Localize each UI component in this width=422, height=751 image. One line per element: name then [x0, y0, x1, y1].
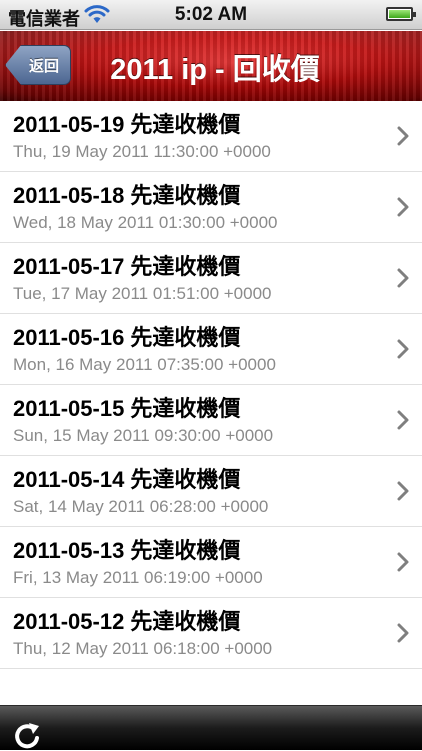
price-list: 2011-05-19 先達收機價 Thu, 19 May 2011 11:30:… [0, 101, 422, 669]
list-item-title: 2011-05-16 先達收機價 [13, 325, 241, 350]
list-item-date: Tue, 17 May 2011 01:51:00 +0000 [13, 284, 272, 303]
list-item-date: Thu, 12 May 2011 06:18:00 +0000 [13, 639, 273, 658]
list-item-title: 2011-05-18 先達收機價 [13, 183, 241, 208]
list-item[interactable]: 2011-05-13 先達收機價 Fri, 13 May 2011 06:19:… [0, 527, 422, 598]
list-item-date: Mon, 16 May 2011 07:35:00 +0000 [13, 355, 276, 374]
list-item-title: 2011-05-19 先達收機價 [13, 112, 241, 137]
list-item-date: Wed, 18 May 2011 01:30:00 +0000 [13, 213, 278, 232]
chevron-right-icon [397, 126, 409, 146]
list-item-title: 2011-05-13 先達收機價 [13, 538, 241, 563]
bottom-toolbar [0, 705, 422, 750]
battery-icon [386, 7, 416, 21]
list-item-title: 2011-05-17 先達收機價 [13, 254, 241, 279]
list-item-date: Sat, 14 May 2011 06:28:00 +0000 [13, 497, 269, 516]
status-time: 5:02 AM [174, 4, 248, 25]
list-item-title: 2011-05-12 先達收機價 [13, 609, 241, 634]
list-item[interactable]: 2011-05-14 先達收機價 Sat, 14 May 2011 06:28:… [0, 456, 422, 527]
navigation-bar: 返回 2011 ip - 回收價 [0, 31, 422, 101]
list-item[interactable]: 2011-05-16 先達收機價 Mon, 16 May 2011 07:35:… [0, 314, 422, 385]
page-title: 2011 ip - 回收價 [110, 54, 320, 86]
chevron-right-icon [397, 481, 409, 501]
list-item[interactable]: 2011-05-18 先達收機價 Wed, 18 May 2011 01:30:… [0, 172, 422, 243]
list-item[interactable]: 2011-05-15 先達收機價 Sun, 15 May 2011 09:30:… [0, 385, 422, 456]
chevron-right-icon [397, 552, 409, 572]
chevron-right-icon [397, 623, 409, 643]
list-item[interactable]: 2011-05-17 先達收機價 Tue, 17 May 2011 01:51:… [0, 243, 422, 314]
list-item-title: 2011-05-15 先達收機價 [13, 396, 241, 421]
list-item-date: Sun, 15 May 2011 09:30:00 +0000 [13, 426, 274, 445]
list-item[interactable]: 2011-05-19 先達收機價 Thu, 19 May 2011 11:30:… [0, 101, 422, 172]
status-bar: 電信業者 5:02 AM [0, 0, 422, 30]
refresh-icon[interactable] [12, 720, 42, 751]
chevron-right-icon [397, 197, 409, 217]
list-item[interactable]: 2011-05-12 先達收機價 Thu, 12 May 2011 06:18:… [0, 598, 422, 669]
chevron-right-icon [397, 339, 409, 359]
list-item-title: 2011-05-14 先達收機價 [13, 467, 241, 492]
list-item-date: Thu, 19 May 2011 11:30:00 +0000 [13, 142, 271, 161]
chevron-right-icon [397, 268, 409, 288]
chevron-right-icon [397, 410, 409, 430]
list-item-date: Fri, 13 May 2011 06:19:00 +0000 [13, 568, 263, 587]
